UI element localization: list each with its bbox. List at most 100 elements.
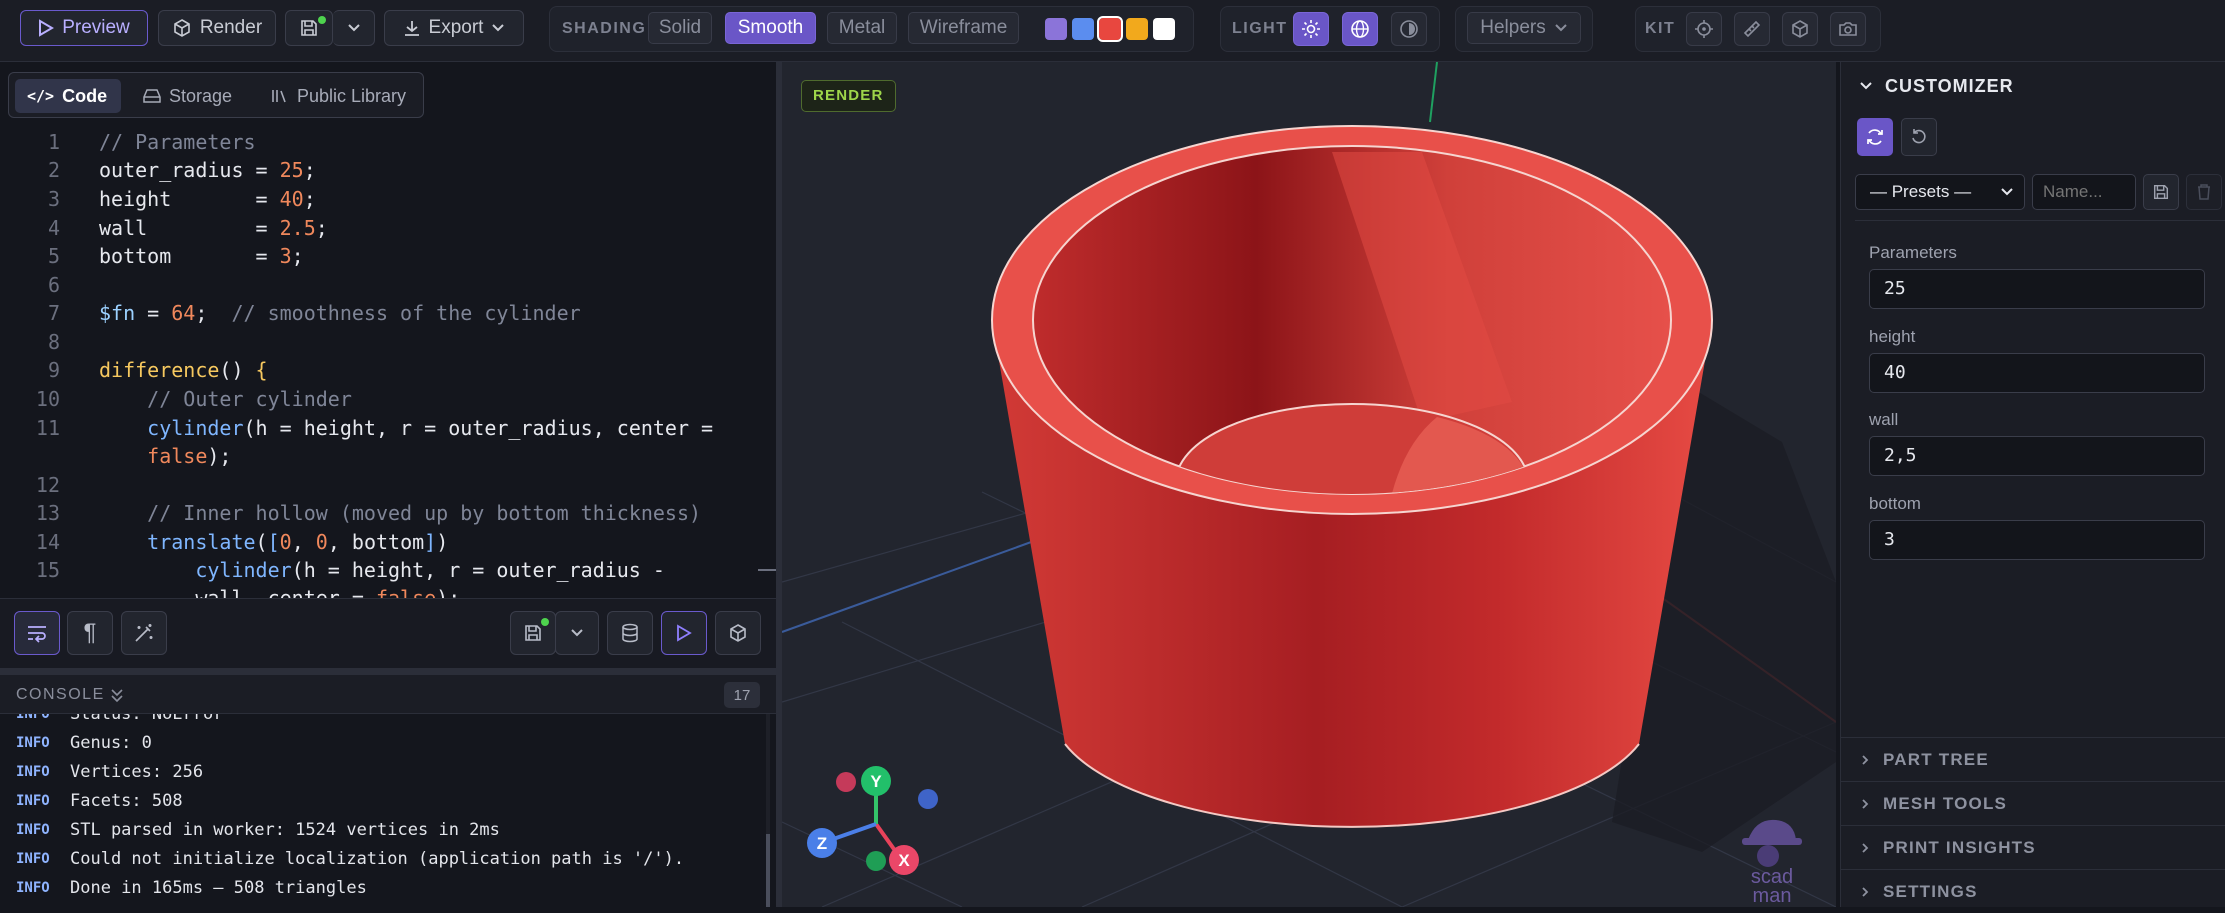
console-text: Done in 165ms — 508 triangles <box>70 877 367 898</box>
delete-preset-button[interactable] <box>2186 174 2222 210</box>
tab-public-library[interactable]: Public Library <box>259 79 425 113</box>
customizer-header[interactable]: CUSTOMIZER <box>1841 62 2225 110</box>
code-line: $fn = 64; // smoothness of the cylinder <box>99 301 581 325</box>
section-settings[interactable]: SETTINGS <box>1841 869 2225 913</box>
console-row: INFO STL parsed in worker: 1524 vertices … <box>0 815 760 844</box>
format-code-button[interactable] <box>121 611 167 655</box>
code-line: // Outer cylinder <box>147 387 352 411</box>
shading-wireframe-button[interactable]: Wireframe <box>908 12 1019 44</box>
camera-button[interactable] <box>1830 12 1866 46</box>
console-tag: INFO <box>16 821 50 838</box>
tab-storage[interactable]: Storage <box>131 79 271 113</box>
console-row: INFO Status: NoError <box>0 714 760 728</box>
line-number: 3 <box>47 187 60 211</box>
preview-button[interactable]: Preview <box>20 10 148 46</box>
library-icon <box>272 90 286 103</box>
console-row: INFO Genus: 0 <box>0 728 760 757</box>
chevron-down-icon <box>1555 24 1567 32</box>
code-line: translate([0, 0, bottom]) <box>147 530 449 554</box>
line-number: 1 <box>47 130 60 154</box>
code-line: difference() { <box>99 358 268 382</box>
console-text: STL parsed in worker: 1524 vertices in 2… <box>70 819 500 840</box>
play-icon <box>39 19 55 37</box>
run-preview-button[interactable] <box>661 611 707 655</box>
save-menu-button[interactable] <box>333 10 375 46</box>
shading-smooth-button[interactable]: Smooth <box>725 12 816 44</box>
kit-label: KIT <box>1645 20 1676 37</box>
ruler-button[interactable] <box>1734 12 1770 46</box>
3d-viewport[interactable]: Y Z X scad man RENDER <box>782 62 1836 907</box>
cube-icon <box>730 624 746 642</box>
reset-button[interactable] <box>1901 118 1937 156</box>
unsaved-dot <box>541 618 549 626</box>
scene-svg: Y Z X scad man <box>782 62 1836 907</box>
line-number: 11 <box>35 416 60 440</box>
console-count-badge: 17 <box>724 682 760 708</box>
panel-tabs: </> Code Storage Public Library <box>8 72 424 118</box>
shading-solid-button[interactable]: Solid <box>648 12 712 44</box>
helpers-dropdown[interactable]: Helpers <box>1467 12 1581 44</box>
color-swatch[interactable] <box>1045 18 1067 40</box>
param-label: Parameters <box>1869 243 1957 262</box>
code-line: wall = 2.5; <box>99 216 328 240</box>
code-editor[interactable]: 1 2 3 4 5 6 7 8 9 10 11 12 13 14 15 // Parameters oute… <box>0 126 780 598</box>
tab-code[interactable]: </> Code <box>15 79 121 113</box>
environment-light-button[interactable] <box>1342 12 1378 46</box>
section-part-tree[interactable]: PART TREE <box>1841 737 2225 781</box>
wrap-icon <box>28 626 46 643</box>
render-button[interactable]: Render <box>158 10 276 46</box>
measure-point-button[interactable] <box>1686 12 1722 46</box>
console-scroll-thumb[interactable] <box>766 834 770 907</box>
export-label: Export <box>428 17 484 38</box>
storage-button[interactable] <box>607 611 653 655</box>
code-line: cylinder(h = height, r = outer_radius, c… <box>147 416 714 440</box>
console-text: Status: NoError <box>70 714 224 724</box>
editor-save-menu-button[interactable] <box>555 611 599 655</box>
save-preset-button[interactable] <box>2143 174 2179 210</box>
param-outer-radius-input[interactable]: 25 <box>1869 269 2205 309</box>
contrast-icon <box>1400 20 1418 38</box>
word-wrap-button[interactable] <box>14 611 60 655</box>
sun-light-button[interactable] <box>1293 12 1329 46</box>
code-icon: </> <box>27 87 55 105</box>
shading-metal-button[interactable]: Metal <box>827 12 897 44</box>
camera-icon <box>1839 22 1857 36</box>
editor-save-button[interactable] <box>510 611 556 655</box>
section-mesh-tools[interactable]: MESH TOOLS <box>1841 781 2225 825</box>
color-swatch[interactable] <box>1153 18 1175 40</box>
preset-name-input[interactable] <box>2032 174 2136 210</box>
param-bottom-input[interactable]: 3 <box>1869 520 2205 560</box>
param-height-input[interactable]: 40 <box>1869 353 2205 393</box>
color-swatch[interactable] <box>1072 18 1094 40</box>
section-print-insights[interactable]: PRINT INSIGHTS <box>1841 825 2225 869</box>
line-number: 15 <box>35 558 60 582</box>
console-log[interactable]: INFO Status: NoError INFO Genus: 0 INFO Ver… <box>0 714 770 907</box>
presets-divider <box>1855 220 2225 221</box>
axis-gizmo[interactable]: Y Z X <box>807 766 938 875</box>
param-wall-input[interactable]: 2,5 <box>1869 436 2205 476</box>
light-label: LIGHT <box>1232 20 1288 37</box>
console-header[interactable]: CONSOLE 17 <box>0 674 780 714</box>
console-row: INFO Vertices: 256 <box>0 757 760 786</box>
customizer-panel: CUSTOMIZER — Presets — Parameters 25 hei… <box>1840 62 2225 907</box>
contrast-light-button[interactable] <box>1391 12 1427 46</box>
editor-scroll-mark <box>758 569 778 571</box>
gizmo-neg-y[interactable] <box>866 851 886 871</box>
run-render-button[interactable] <box>715 611 761 655</box>
line-number: 5 <box>47 244 60 268</box>
export-button[interactable]: Export <box>384 10 524 46</box>
gizmo-neg-z[interactable] <box>918 789 938 809</box>
unsaved-dot <box>318 16 326 24</box>
color-swatch[interactable] <box>1097 16 1123 42</box>
chevron-right-icon <box>1862 842 1869 853</box>
box-button[interactable] <box>1782 12 1818 46</box>
color-swatch[interactable] <box>1126 18 1148 40</box>
show-whitespace-button[interactable]: ¶ <box>67 611 113 655</box>
chevron-down-icon <box>2001 188 2013 196</box>
save-button[interactable] <box>285 10 333 46</box>
gizmo-neg-x[interactable] <box>836 772 856 792</box>
presets-select[interactable]: — Presets — <box>1855 174 2025 210</box>
database-icon <box>622 623 638 643</box>
auto-refresh-button[interactable] <box>1857 118 1893 156</box>
code-line: // Inner hollow (moved up by bottom thic… <box>147 501 702 525</box>
